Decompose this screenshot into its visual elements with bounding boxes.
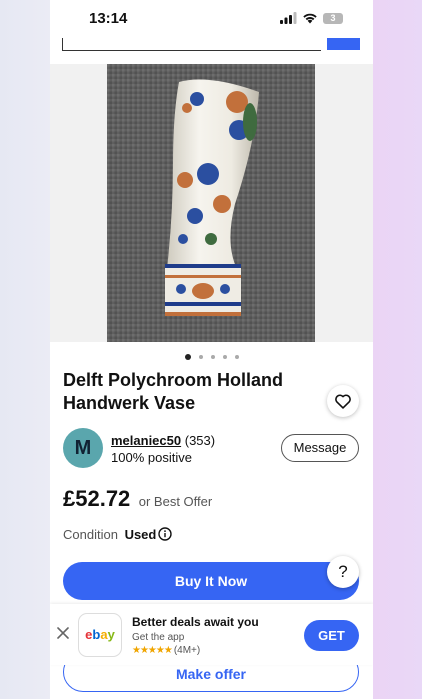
carousel-dot[interactable] xyxy=(210,355,215,359)
status-time: 13:14 xyxy=(89,10,128,27)
product-photo xyxy=(107,64,315,342)
carousel-indicator xyxy=(50,354,373,360)
carousel-dot[interactable] xyxy=(222,355,227,359)
help-button[interactable]: ? xyxy=(327,556,359,588)
info-icon[interactable] xyxy=(158,527,172,541)
close-icon[interactable] xyxy=(56,626,70,640)
get-app-button[interactable]: GET xyxy=(304,620,359,651)
signal-icon xyxy=(280,12,297,24)
message-button[interactable]: Message xyxy=(281,434,359,462)
phone-screen: 13:14 3 Delft Polychroom Holland Handwer… xyxy=(50,0,373,699)
seller-info: melaniec50 (353) xyxy=(111,433,215,448)
rating-stars: ★★★★★ (4M+) xyxy=(132,645,200,656)
rating-count: (4M+) xyxy=(173,645,201,656)
ebay-app-icon[interactable]: ebay xyxy=(78,613,122,657)
banner-title: Better deals await you xyxy=(132,615,259,629)
status-bar: 13:14 3 xyxy=(50,0,373,38)
condition-row: Condition Used xyxy=(63,527,156,542)
seller-avatar[interactable]: M xyxy=(63,428,103,468)
seller-positive: 100% positive xyxy=(111,450,192,465)
app-banner: ebay Better deals await you Get the app … xyxy=(50,604,373,665)
search-input[interactable] xyxy=(62,38,321,51)
carousel-dot[interactable] xyxy=(198,355,203,359)
seller-feedback-count: (353) xyxy=(184,433,216,448)
carousel-dot[interactable] xyxy=(184,354,191,360)
search-button[interactable] xyxy=(327,38,360,50)
price-note: or Best Offer xyxy=(138,494,213,509)
image-carousel[interactable] xyxy=(50,64,373,417)
buy-it-now-button[interactable]: Buy It Now xyxy=(63,562,359,600)
stars-icon: ★★★★★ xyxy=(132,645,173,656)
listing-title: Delft Polychroom Holland Handwerk Vase xyxy=(63,370,284,413)
condition-label: Condition xyxy=(63,527,118,542)
seller-name-link[interactable]: melaniec50 xyxy=(111,433,181,448)
price: £52.72 xyxy=(63,486,131,511)
ebay-logo: ebay xyxy=(85,627,115,642)
wifi-icon xyxy=(303,13,317,24)
carousel-dot[interactable] xyxy=(234,355,239,359)
condition-value: Used xyxy=(124,527,157,542)
battery-icon: 3 xyxy=(323,13,343,24)
price-row: £52.72 or Best Offer xyxy=(63,486,212,512)
banner-subtitle: Get the app xyxy=(132,632,185,643)
